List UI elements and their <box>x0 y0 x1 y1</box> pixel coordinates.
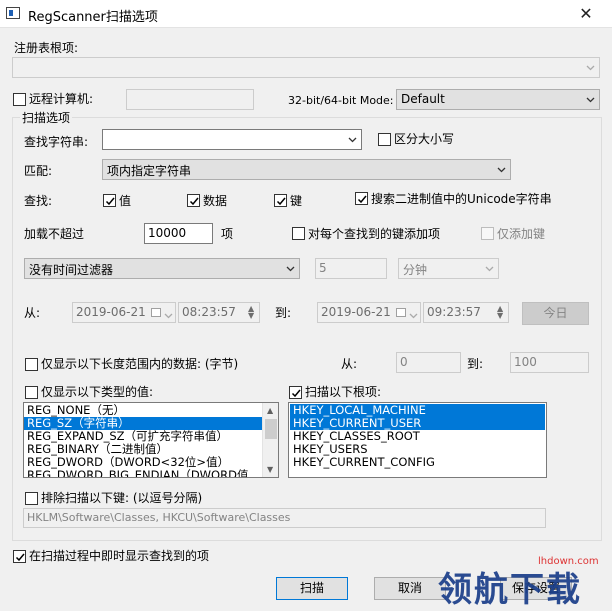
unicode-search-checkbox[interactable] <box>355 192 368 205</box>
find-keys-checkbox[interactable] <box>274 194 287 207</box>
spin-arrows-icon: ▲ ▼ <box>248 304 255 320</box>
root-key-combo[interactable] <box>12 57 600 78</box>
chevron-down-icon <box>485 264 494 273</box>
length-from-label: 从: <box>341 357 358 371</box>
find-values-checkbox[interactable] <box>103 194 116 207</box>
value-types-checkbox[interactable] <box>25 386 38 399</box>
find-keys-label: 键 <box>290 194 303 208</box>
length-from-input[interactable]: 0 <box>396 352 461 373</box>
chevron-down-icon <box>164 309 173 323</box>
time-filter-value: 没有时间过滤器 <box>29 263 114 277</box>
to-time-value: 09:23:57 <box>427 305 481 319</box>
scrollbar-thumb[interactable] <box>265 419 277 439</box>
chevron-down-icon <box>586 95 595 104</box>
cancel-button[interactable]: 取消 <box>374 577 446 600</box>
match-value: 项内指定字符串 <box>107 164 192 178</box>
list-item[interactable]: HKEY_CURRENT_CONFIG <box>290 456 545 469</box>
length-range-checkbox[interactable] <box>25 358 38 371</box>
root-keys-items: HKEY_LOCAL_MACHINE HKEY_CURRENT_USER HKE… <box>290 404 545 469</box>
match-label: 匹配: <box>24 164 53 178</box>
load-limit-label: 加载不超过 <box>24 227 85 241</box>
calendar-icon <box>396 308 406 317</box>
load-limit-unit: 项 <box>221 227 234 241</box>
remote-computer-input[interactable] <box>126 89 254 110</box>
show-during-scan-label: 在扫描过程中即时显示查找到的项 <box>29 549 210 563</box>
list-item[interactable]: REG_DWORD_BIG_ENDIAN（DWORD值 <box>24 469 262 478</box>
chevron-down-icon <box>497 165 506 174</box>
find-string-label: 查找字符串: <box>24 135 89 149</box>
window-title: RegScanner扫描选项 <box>28 10 158 25</box>
only-add-key-checkbox[interactable] <box>481 227 494 240</box>
value-types-scrollbar[interactable]: ▲ ▼ <box>262 403 278 477</box>
chevron-down-icon <box>586 63 595 72</box>
mode-value: Default <box>401 92 445 106</box>
watermark-logo: 领航下载 <box>438 570 582 610</box>
to-date-picker[interactable]: 2019-06-21 <box>317 302 421 323</box>
spin-arrows-icon: ▲ ▼ <box>497 304 504 320</box>
close-icon[interactable]: ✕ <box>579 4 592 23</box>
case-sensitive-checkbox[interactable] <box>378 133 391 146</box>
from-time-picker[interactable]: 08:23:57 ▲ ▼ <box>178 302 260 323</box>
title-bar: RegScanner扫描选项 ✕ <box>0 0 612 28</box>
from-label: 从: <box>24 306 41 320</box>
calendar-icon <box>151 308 161 317</box>
scan-button[interactable]: 扫描 <box>276 577 348 600</box>
root-key-label: 注册表根项: <box>14 41 79 55</box>
from-time-value: 08:23:57 <box>182 305 236 319</box>
chevron-down-icon <box>286 264 295 273</box>
close-button[interactable]: ✕ <box>560 0 612 28</box>
unicode-search-label: 搜索二进制值中的Unicode字符串 <box>371 192 552 206</box>
match-combo[interactable]: 项内指定字符串 <box>102 159 511 180</box>
to-time-picker[interactable]: 09:23:57 ▲ ▼ <box>423 302 509 323</box>
time-unit-combo[interactable]: 分钟 <box>398 258 499 279</box>
show-during-scan-checkbox[interactable] <box>13 550 26 563</box>
value-types-list[interactable]: REG_NONE（无） REG_SZ（字符串） REG_EXPAND_SZ（可扩… <box>23 402 279 478</box>
from-date-picker[interactable]: 2019-06-21 <box>72 302 176 323</box>
exclude-keys-input[interactable]: HKLM\Software\Classes, HKCU\Software\Cla… <box>23 508 546 528</box>
scan-options-title: 扫描选项 <box>20 110 73 126</box>
mode-combo[interactable]: Default <box>396 89 600 110</box>
scroll-down-icon[interactable]: ▼ <box>267 465 273 474</box>
remote-computer-checkbox[interactable] <box>13 93 26 106</box>
case-sensitive-label: 区分大小写 <box>394 132 455 146</box>
time-unit-value: 分钟 <box>403 263 428 277</box>
root-keys-label: 扫描以下根项: <box>305 385 382 399</box>
exclude-keys-label: 排除扫描以下键: (以逗号分隔) <box>41 491 203 505</box>
add-key-label: 对每个查找到的键添加项 <box>308 227 441 241</box>
find-values-label: 值 <box>119 194 132 208</box>
root-keys-checkbox[interactable] <box>289 386 302 399</box>
from-date-value: 2019-06-21 <box>76 305 146 319</box>
find-data-checkbox[interactable] <box>187 194 200 207</box>
find-data-label: 数据 <box>203 194 228 208</box>
root-keys-list[interactable]: HKEY_LOCAL_MACHINE HKEY_CURRENT_USER HKE… <box>288 402 547 478</box>
mode-label: 32-bit/64-bit Mode: <box>288 94 394 107</box>
find-label: 查找: <box>24 194 53 208</box>
to-label: 到: <box>275 306 292 320</box>
today-button[interactable]: 今日 <box>522 302 589 325</box>
to-date-value: 2019-06-21 <box>321 305 391 319</box>
length-to-input[interactable]: 100 <box>510 352 589 373</box>
length-range-label: 仅显示以下长度范围内的数据: (字节) <box>41 357 239 371</box>
exclude-keys-checkbox[interactable] <box>25 492 38 505</box>
chevron-down-icon <box>409 309 418 323</box>
value-types-label: 仅显示以下类型的值: <box>41 385 154 399</box>
remote-computer-label: 远程计算机: <box>29 92 94 106</box>
time-amount-input[interactable]: 5 <box>315 258 387 279</box>
chevron-down-icon <box>348 135 357 144</box>
load-limit-input[interactable]: 10000 <box>144 223 213 244</box>
add-key-checkbox[interactable] <box>292 227 305 240</box>
app-icon <box>6 7 20 19</box>
time-filter-combo[interactable]: 没有时间过滤器 <box>24 258 300 279</box>
scroll-up-icon[interactable]: ▲ <box>267 406 273 415</box>
find-string-combo[interactable] <box>102 129 362 150</box>
value-types-items: REG_NONE（无） REG_SZ（字符串） REG_EXPAND_SZ（可扩… <box>24 404 262 478</box>
length-to-label: 到: <box>467 357 484 371</box>
only-add-key-label: 仅添加键 <box>497 227 546 241</box>
